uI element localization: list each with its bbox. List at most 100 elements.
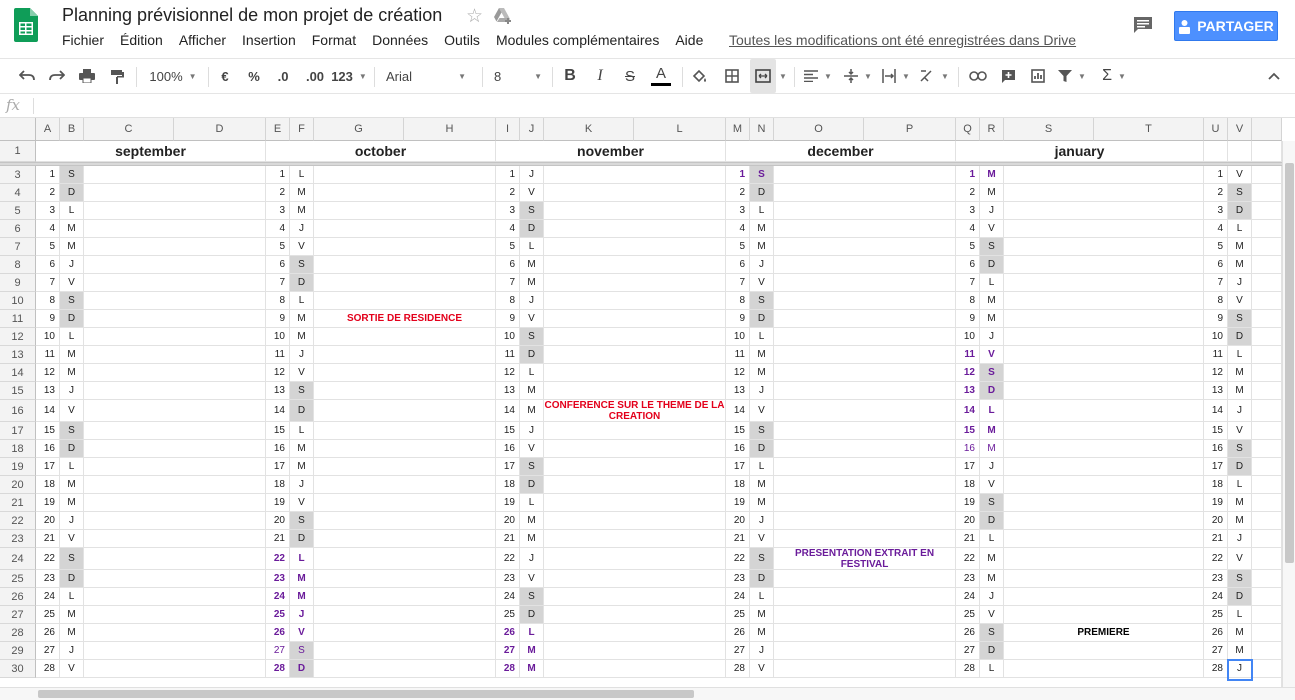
- row-header-7[interactable]: 7: [0, 238, 36, 256]
- menu-donnees[interactable]: Données: [372, 32, 428, 52]
- note-cell[interactable]: [314, 274, 496, 292]
- weekday-cell[interactable]: S: [520, 588, 544, 606]
- date-number-cell[interactable]: 1: [726, 166, 750, 184]
- note-cell[interactable]: [84, 588, 266, 606]
- note-cell[interactable]: [774, 382, 956, 400]
- date-number-cell[interactable]: 1: [266, 166, 290, 184]
- date-number-cell[interactable]: 16: [1204, 440, 1228, 458]
- note-cell[interactable]: [774, 166, 956, 184]
- date-number-cell[interactable]: 6: [726, 256, 750, 274]
- row-header-23[interactable]: 23: [0, 530, 36, 548]
- weekday-cell[interactable]: J: [290, 476, 314, 494]
- empty-cell[interactable]: [1252, 364, 1282, 382]
- print-icon[interactable]: [74, 59, 100, 93]
- weekday-cell[interactable]: M: [290, 570, 314, 588]
- date-number-cell[interactable]: 9: [1204, 310, 1228, 328]
- weekday-cell[interactable]: V: [60, 274, 84, 292]
- note-cell[interactable]: [544, 458, 726, 476]
- date-number-cell[interactable]: 28: [266, 660, 290, 678]
- date-number-cell[interactable]: 12: [266, 364, 290, 382]
- date-number-cell[interactable]: 15: [726, 422, 750, 440]
- weekday-cell[interactable]: D: [60, 184, 84, 202]
- weekday-cell[interactable]: M: [60, 346, 84, 364]
- note-cell[interactable]: [544, 202, 726, 220]
- date-number-cell[interactable]: 8: [726, 292, 750, 310]
- date-number-cell[interactable]: 11: [726, 346, 750, 364]
- row1-cell-v[interactable]: [1228, 141, 1252, 162]
- date-number-cell[interactable]: 1: [36, 166, 60, 184]
- weekday-cell[interactable]: M: [60, 494, 84, 512]
- percent-format-button[interactable]: %: [243, 59, 265, 93]
- date-number-cell[interactable]: 21: [726, 530, 750, 548]
- weekday-cell[interactable]: M: [1228, 512, 1252, 530]
- date-number-cell[interactable]: 4: [726, 220, 750, 238]
- note-cell[interactable]: [774, 440, 956, 458]
- column-header-g[interactable]: G: [314, 118, 404, 141]
- weekday-cell[interactable]: J: [520, 292, 544, 310]
- empty-cell[interactable]: [1252, 256, 1282, 274]
- weekday-cell[interactable]: V: [980, 346, 1004, 364]
- note-cell[interactable]: [774, 220, 956, 238]
- date-number-cell[interactable]: 4: [496, 220, 520, 238]
- note-cell[interactable]: [774, 588, 956, 606]
- undo-icon[interactable]: [14, 59, 40, 93]
- note-cell[interactable]: [774, 530, 956, 548]
- date-number-cell[interactable]: 20: [36, 512, 60, 530]
- note-cell[interactable]: [314, 292, 496, 310]
- date-number-cell[interactable]: 16: [956, 440, 980, 458]
- note-cell[interactable]: [774, 512, 956, 530]
- date-number-cell[interactable]: 6: [36, 256, 60, 274]
- weekday-cell[interactable]: M: [980, 422, 1004, 440]
- note-cell[interactable]: [544, 274, 726, 292]
- note-cell[interactable]: [544, 494, 726, 512]
- date-number-cell[interactable]: 10: [496, 328, 520, 346]
- weekday-cell[interactable]: S: [290, 256, 314, 274]
- note-cell[interactable]: [84, 382, 266, 400]
- row-header-16[interactable]: 16: [0, 400, 36, 422]
- borders-icon[interactable]: [720, 59, 744, 93]
- weekday-cell[interactable]: M: [520, 274, 544, 292]
- weekday-cell[interactable]: D: [1228, 328, 1252, 346]
- date-number-cell[interactable]: 16: [36, 440, 60, 458]
- spreadsheet-grid[interactable]: ABCDEFGHIJKLMNOPQRSTUV 1 3 4 5 6 7 8 9 10 11 12 13 1…: [0, 118, 1295, 700]
- date-number-cell[interactable]: 23: [36, 570, 60, 588]
- row-header-17[interactable]: 17: [0, 422, 36, 440]
- weekday-cell[interactable]: V: [290, 364, 314, 382]
- date-number-cell[interactable]: 15: [266, 422, 290, 440]
- weekday-cell[interactable]: L: [750, 588, 774, 606]
- date-number-cell[interactable]: 18: [36, 476, 60, 494]
- date-number-cell[interactable]: 4: [266, 220, 290, 238]
- weekday-cell[interactable]: M: [750, 494, 774, 512]
- weekday-cell[interactable]: S: [60, 548, 84, 570]
- weekday-cell[interactable]: S: [290, 642, 314, 660]
- weekday-cell[interactable]: D: [520, 220, 544, 238]
- empty-cell[interactable]: [1252, 476, 1282, 494]
- row1-cell-u[interactable]: [1204, 141, 1228, 162]
- empty-cell[interactable]: [1252, 220, 1282, 238]
- date-number-cell[interactable]: 7: [496, 274, 520, 292]
- row-header-13[interactable]: 13: [0, 346, 36, 364]
- weekday-cell[interactable]: S: [1228, 440, 1252, 458]
- weekday-cell[interactable]: L: [290, 422, 314, 440]
- date-number-cell[interactable]: 20: [266, 512, 290, 530]
- date-number-cell[interactable]: 9: [266, 310, 290, 328]
- empty-cell[interactable]: [1252, 570, 1282, 588]
- weekday-cell[interactable]: D: [750, 570, 774, 588]
- note-cell[interactable]: [544, 256, 726, 274]
- select-all-corner[interactable]: [0, 118, 36, 141]
- note-cell[interactable]: [314, 238, 496, 256]
- column-header-w[interactable]: [1252, 118, 1282, 141]
- note-cell[interactable]: [774, 346, 956, 364]
- empty-cell[interactable]: [1252, 202, 1282, 220]
- date-number-cell[interactable]: 4: [1204, 220, 1228, 238]
- column-header-h[interactable]: H: [404, 118, 496, 141]
- weekday-cell[interactable]: V: [750, 274, 774, 292]
- weekday-cell[interactable]: L: [1228, 220, 1252, 238]
- weekday-cell[interactable]: M: [290, 588, 314, 606]
- date-number-cell[interactable]: 6: [956, 256, 980, 274]
- weekday-cell[interactable]: J: [750, 512, 774, 530]
- weekday-cell[interactable]: V: [290, 238, 314, 256]
- note-cell[interactable]: [544, 548, 726, 570]
- row-header-19[interactable]: 19: [0, 458, 36, 476]
- column-header-l[interactable]: L: [634, 118, 726, 141]
